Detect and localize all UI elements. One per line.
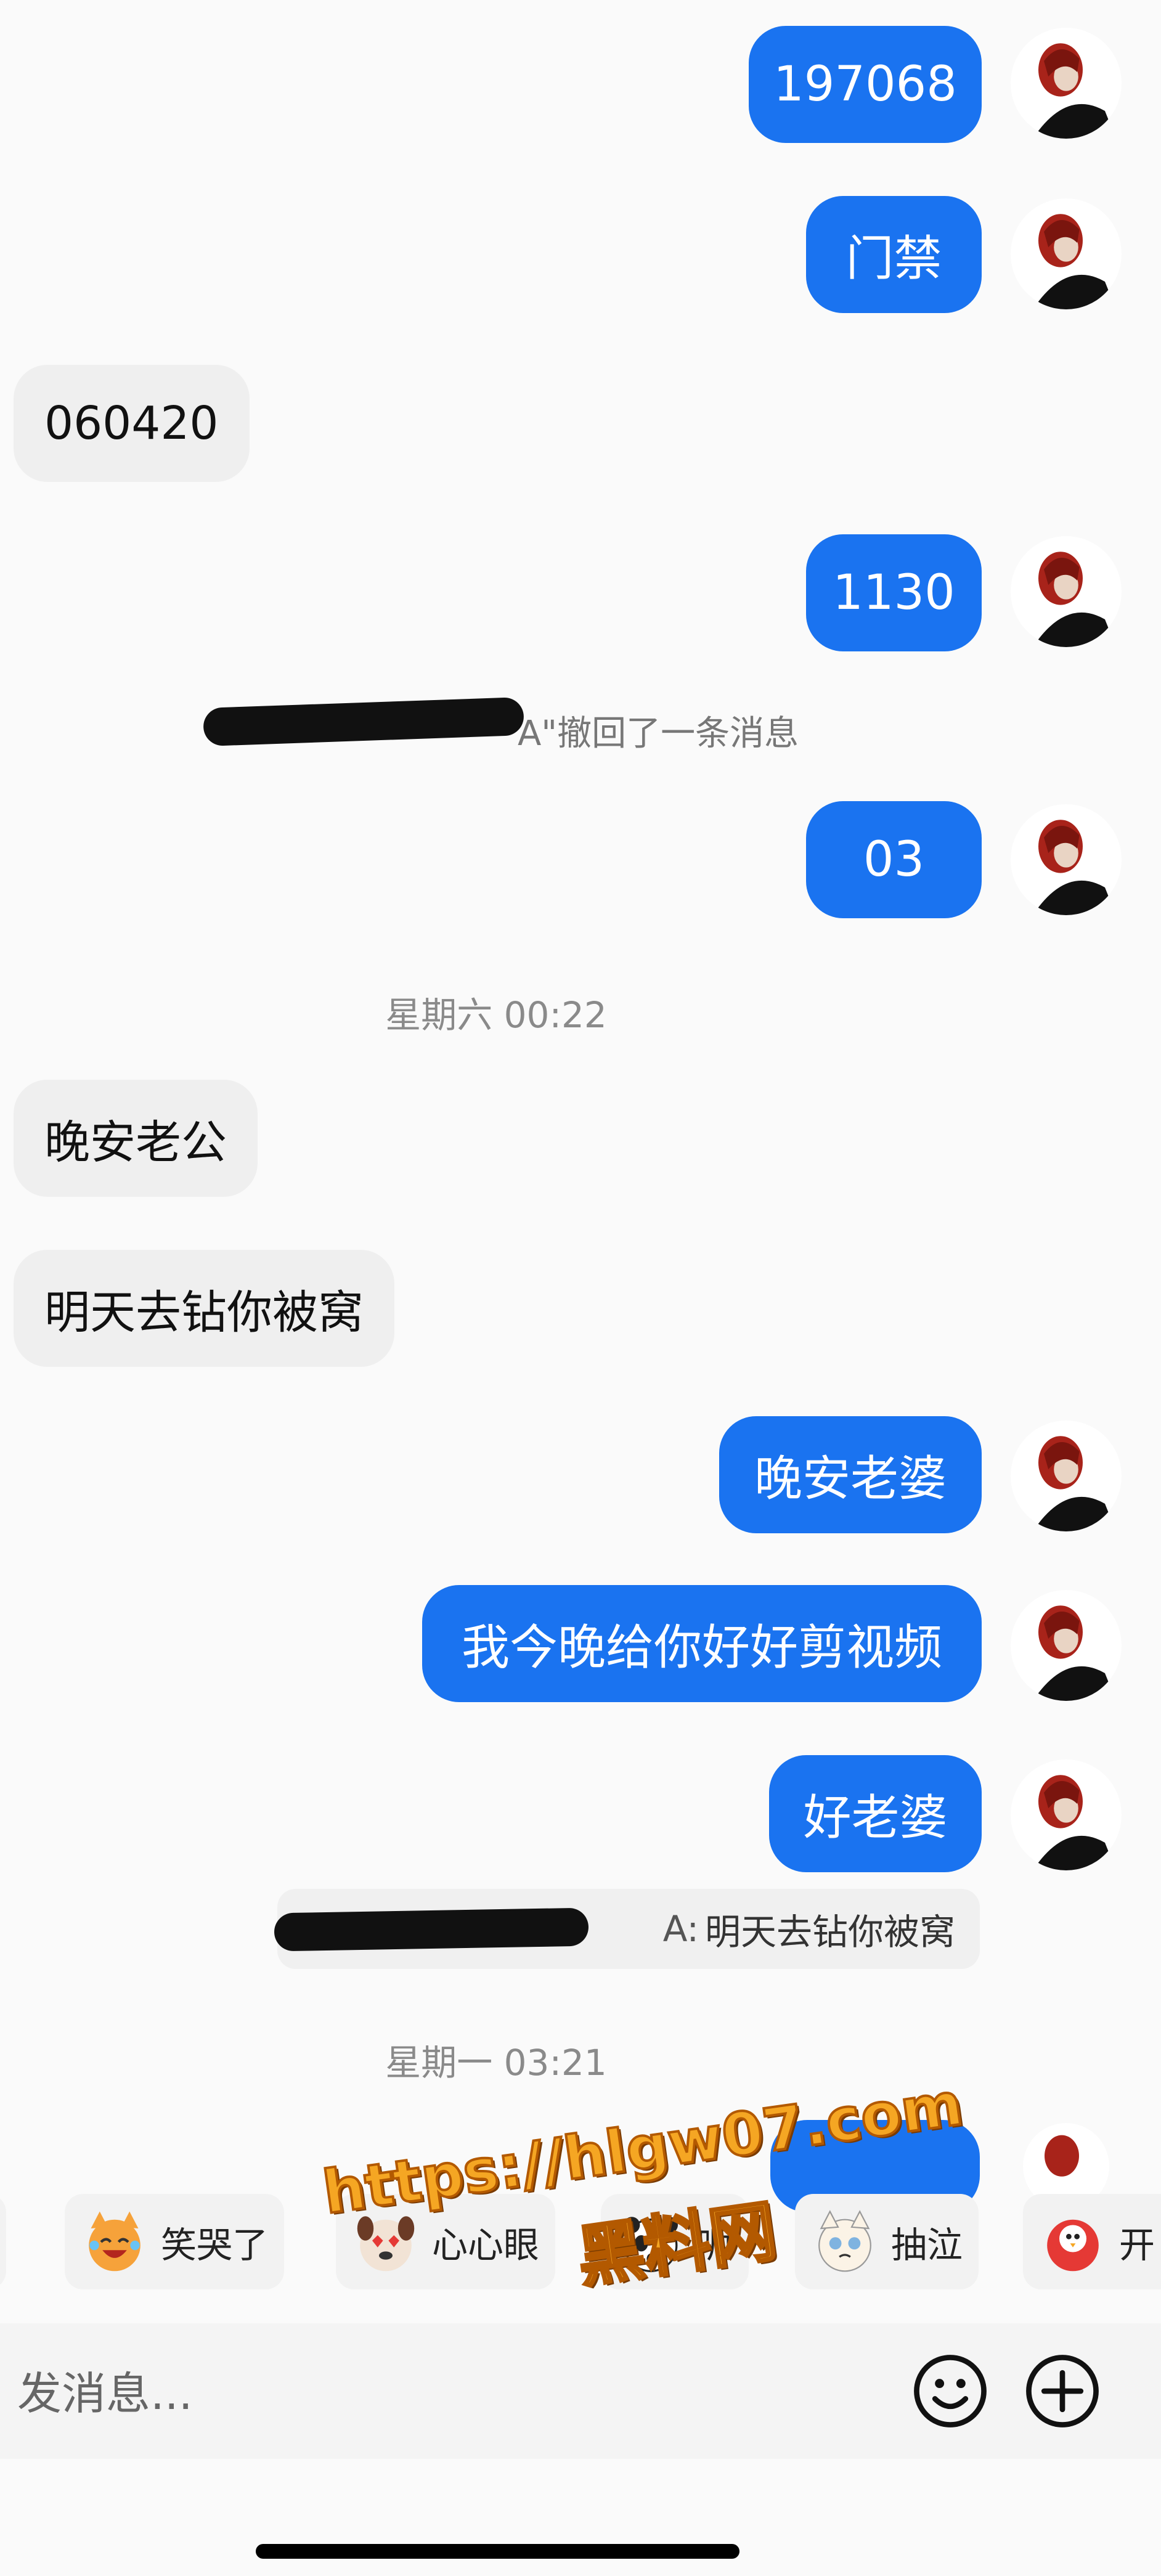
sticker-item[interactable]: 抽泣 [795, 2194, 979, 2289]
avatar-image [1011, 198, 1122, 309]
redaction-mark [203, 696, 524, 747]
home-indicator[interactable] [256, 2544, 739, 2559]
chat-area[interactable]: 197068 门禁 060420 1130 A"撤回了一条消息 03 星期六 0… [0, 0, 1161, 2317]
plus-circle-icon [1026, 2355, 1099, 2427]
avatar-image [1011, 1759, 1122, 1870]
sticker-label: 笑哭了 [161, 2223, 269, 2266]
sticker-item[interactable]: 开 [1023, 2194, 1161, 2289]
message-text: 晚安老婆 [754, 1451, 947, 1507]
redaction-mark [274, 1907, 589, 1952]
avatar[interactable] [1011, 28, 1122, 139]
message-bubble-outgoing[interactable]: 晚安老婆 [719, 1416, 982, 1533]
sticker-item[interactable]: 笑哭了 [65, 2194, 285, 2289]
timestamp: 星期六 00:22 [385, 994, 607, 1036]
avatar[interactable] [1011, 1759, 1122, 1870]
message-bubble-outgoing[interactable]: 门禁 [806, 196, 982, 313]
add-button[interactable] [1024, 2353, 1101, 2429]
avatar[interactable] [1011, 536, 1122, 647]
avatar[interactable] [1011, 1590, 1122, 1701]
timestamp: 星期一 03:21 [385, 2042, 607, 2084]
sobbing-cat-icon [811, 2208, 879, 2276]
message-input-bar: 发消息... [0, 2323, 1161, 2459]
avatar-image [1011, 536, 1122, 647]
message-bubble-incoming[interactable]: 晚安老公 [14, 1080, 258, 1197]
avatar-image [1011, 1420, 1122, 1531]
message-text: 门禁 [845, 231, 942, 287]
sticker-label: 抽泣 [891, 2223, 963, 2266]
sticker-partial[interactable] [0, 2194, 6, 2289]
message-input[interactable]: 发消息... [17, 2357, 193, 2422]
sticker-label: 心心眼 [432, 2223, 540, 2266]
message-text: 060420 [44, 397, 219, 450]
emoji-button[interactable] [912, 2353, 988, 2429]
laughing-crying-cat-icon [81, 2208, 149, 2276]
system-recall-notice: A"撤回了一条消息 [518, 706, 799, 756]
avatar[interactable] [1011, 198, 1122, 309]
smiley-icon [914, 2355, 987, 2427]
sticker-label: 开 [1119, 2223, 1155, 2266]
message-bubble-outgoing[interactable]: 我今晚给你好好剪视频 [422, 1585, 982, 1702]
message-bubble-outgoing[interactable]: 好老婆 [769, 1755, 982, 1872]
quote-text: 明天去钻你被窝 [704, 1911, 955, 1953]
message-bubble-outgoing[interactable]: 1130 [806, 534, 982, 651]
system-text: A"撤回了一条消息 [518, 714, 799, 754]
avatar-image [1011, 1590, 1122, 1701]
message-bubble-incoming[interactable]: 060420 [14, 365, 250, 482]
message-bubble-outgoing[interactable]: 03 [806, 801, 982, 918]
avatar-image [1011, 28, 1122, 139]
message-text: 我今晚给你好好剪视频 [461, 1620, 942, 1676]
message-text: 197068 [773, 57, 957, 112]
avatar[interactable] [1011, 1420, 1122, 1531]
quote-sender: A: [662, 1908, 699, 1950]
message-text: 好老婆 [803, 1790, 948, 1846]
message-bubble-incoming[interactable]: 明天去钻你被窝 [14, 1250, 394, 1367]
message-bubble-outgoing[interactable]: 197068 [749, 26, 982, 143]
message-text: 03 [863, 832, 925, 887]
avatar[interactable] [1011, 804, 1122, 915]
red-bird-icon [1039, 2208, 1107, 2276]
avatar-image [1011, 804, 1122, 915]
message-text: 1130 [833, 565, 955, 621]
message-text: 晚安老公 [44, 1115, 227, 1169]
message-text: 明天去钻你被窝 [44, 1286, 364, 1339]
